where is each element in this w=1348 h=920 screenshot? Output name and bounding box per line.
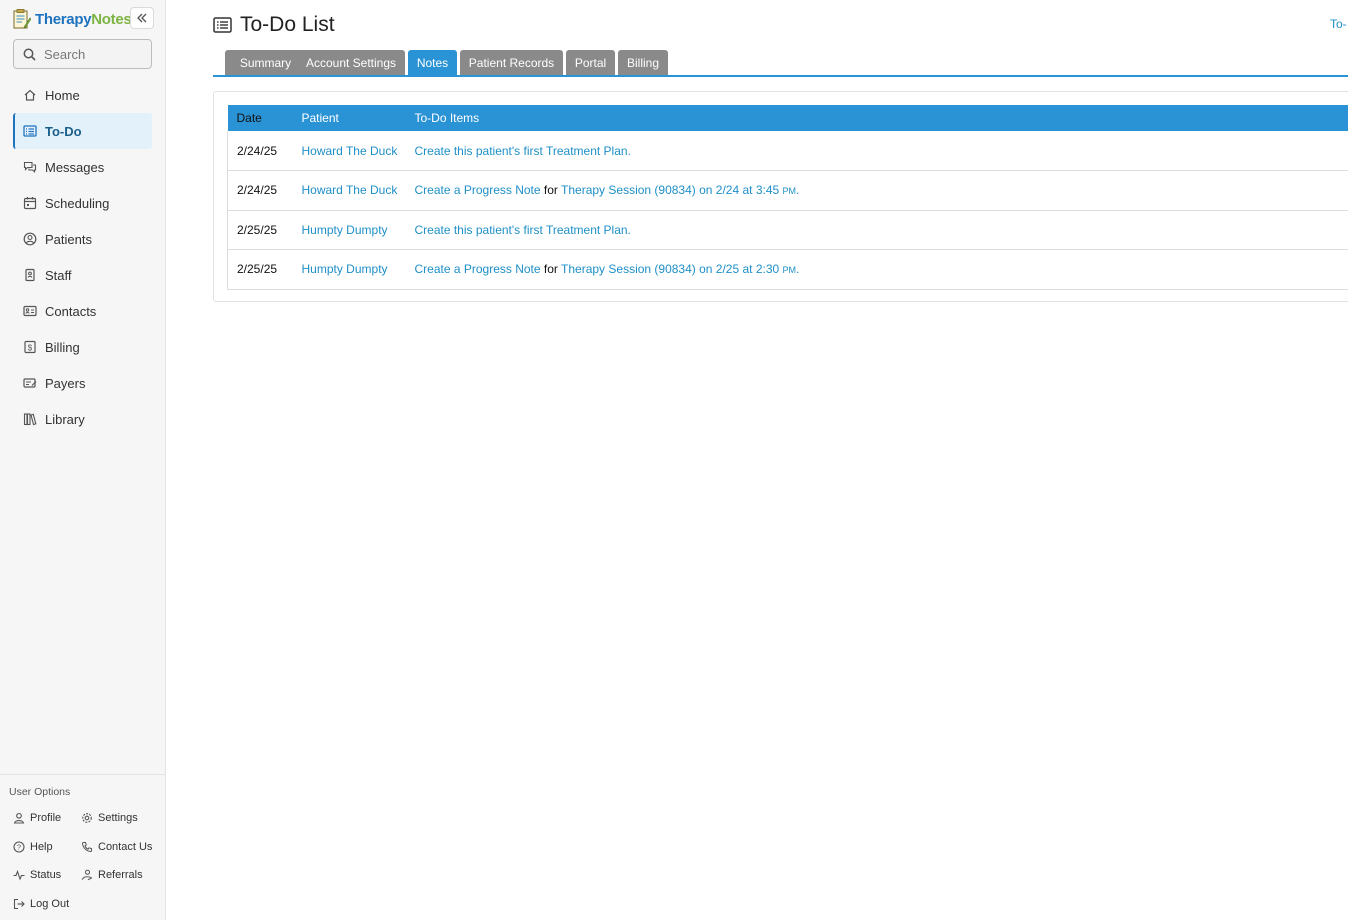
column-header-todo-items[interactable]: To-Do Items — [414, 105, 1348, 131]
tab-bar: Summary Account Settings Notes Patient R… — [213, 50, 1348, 77]
tab-summary[interactable]: Summary — [225, 50, 306, 75]
tab-notes[interactable]: Notes — [408, 50, 457, 75]
main-content: To-Do List To- Summary Account Settings … — [213, 0, 1348, 920]
row-date: 2/25/25 — [227, 249, 302, 290]
table-row: 2/24/25 Howard The Duck Create a Progres… — [227, 170, 1348, 211]
search-box[interactable] — [13, 39, 152, 69]
svg-text:?: ? — [17, 842, 21, 851]
nav-item-label: Messages — [45, 159, 105, 175]
nav-item-messages[interactable]: Messages — [13, 149, 152, 185]
tab-billing[interactable]: Billing — [618, 50, 668, 75]
patient-link[interactable]: Howard The Duck — [302, 144, 398, 158]
nav-item-label: Home — [45, 87, 80, 103]
todo-list-icon — [23, 124, 37, 138]
nav-item-scheduling[interactable]: Scheduling — [13, 185, 152, 221]
svg-text:$: $ — [28, 343, 33, 352]
search-icon — [23, 48, 36, 61]
todo-item-connector: for — [540, 183, 562, 198]
nav-item-label: Library — [45, 411, 85, 427]
tab-portal[interactable]: Portal — [566, 50, 615, 75]
nav-item-label: Contacts — [45, 303, 97, 319]
search-input[interactable] — [44, 46, 144, 62]
double-chevron-left-icon — [137, 13, 147, 23]
column-header-date[interactable]: Date — [227, 105, 302, 131]
contact-us-link[interactable]: Contact Us — [81, 833, 161, 862]
nav-item-billing[interactable]: $ Billing — [13, 329, 152, 365]
user-options-title: User Options — [9, 786, 71, 798]
nav-item-label: Payers — [45, 375, 86, 391]
contact-card-icon — [23, 304, 37, 318]
nav-item-label: Billing — [45, 339, 80, 355]
table-row: 2/25/25 Humpty Dumpty Create this patien… — [227, 210, 1348, 250]
nav-item-patients[interactable]: Patients — [13, 221, 152, 257]
todo-list-icon — [213, 17, 233, 33]
todo-item-connector: for — [540, 262, 562, 277]
ampm-label: pm — [782, 186, 797, 197]
staff-badge-icon — [23, 268, 37, 282]
collapse-sidebar-button[interactable] — [130, 7, 154, 29]
patient-link[interactable]: Humpty Dumpty — [302, 223, 388, 237]
log-out-link[interactable]: Log Out — [13, 890, 81, 919]
user-options: User Options Profile Settings ? Help Con… — [0, 774, 165, 918]
appointment-link[interactable]: Therapy Session (90834) on 2/24 at 3:45 … — [561, 183, 799, 197]
patient-icon — [23, 232, 37, 246]
nav-item-label: Staff — [45, 267, 72, 283]
appointment-link[interactable]: Therapy Session (90834) on 2/25 at 2:30 … — [561, 262, 799, 276]
messages-icon — [23, 160, 37, 174]
user-icon — [13, 812, 25, 824]
gear-icon — [81, 812, 93, 824]
sidebar: TherapyNotes® Home To-Do Messages Schedu… — [0, 0, 166, 920]
therapynotes-logo-icon — [13, 9, 32, 29]
page-title: To-Do List — [240, 13, 335, 36]
status-link[interactable]: Status — [13, 861, 81, 890]
payers-card-icon — [23, 376, 37, 390]
tab-account-settings[interactable]: Account Settings — [297, 50, 405, 75]
row-date: 2/25/25 — [227, 210, 302, 250]
patient-link[interactable]: Howard The Duck — [302, 183, 398, 197]
nav-item-contacts[interactable]: Contacts — [13, 293, 152, 329]
table-row: 2/25/25 Humpty Dumpty Create a Progress … — [227, 249, 1348, 290]
dollar-icon: $ — [23, 340, 37, 354]
pulse-icon — [13, 869, 25, 881]
nav-item-library[interactable]: Library — [13, 401, 152, 437]
brand-part2: Notes — [91, 10, 132, 28]
tab-patient-records[interactable]: Patient Records — [460, 50, 563, 75]
nav-item-label: Scheduling — [45, 195, 110, 211]
todo-item-link[interactable]: Create this patient's first Treatment Pl… — [415, 144, 631, 158]
nav-item-label: Patients — [45, 231, 92, 247]
main-nav: Home To-Do Messages Scheduling Patients … — [13, 77, 152, 437]
todo-item-link[interactable]: Create this patient's first Treatment Pl… — [415, 223, 631, 237]
todo-settings-link[interactable]: To- — [1330, 17, 1347, 31]
todo-item-link[interactable]: Create a Progress Note — [415, 262, 541, 276]
table-row: 2/24/25 Howard The Duck Create this pati… — [227, 131, 1348, 171]
nav-item-home[interactable]: Home — [13, 77, 152, 113]
brand-part1: Therapy — [35, 10, 92, 28]
library-books-icon — [23, 412, 37, 426]
todo-table: Date Patient To-Do Items 2/24/25 Howard … — [227, 105, 1348, 290]
table-header-row: Date Patient To-Do Items — [227, 105, 1348, 131]
profile-link[interactable]: Profile — [13, 804, 81, 833]
patient-link[interactable]: Humpty Dumpty — [302, 262, 388, 276]
nav-item-payers[interactable]: Payers — [13, 365, 152, 401]
referral-icon — [81, 869, 93, 881]
settings-link[interactable]: Settings — [81, 804, 161, 833]
ampm-label: pm — [782, 265, 797, 276]
help-circle-icon: ? — [13, 841, 25, 853]
calendar-icon — [23, 196, 37, 210]
todo-item-link[interactable]: Create a Progress Note — [415, 183, 541, 197]
referrals-link[interactable]: Referrals — [81, 861, 161, 890]
row-date: 2/24/25 — [227, 170, 302, 211]
logout-icon — [13, 898, 25, 910]
nav-item-todo[interactable]: To-Do — [13, 113, 152, 149]
nav-item-staff[interactable]: Staff — [13, 257, 152, 293]
row-date: 2/24/25 — [227, 131, 302, 171]
todo-panel: Date Patient To-Do Items 2/24/25 Howard … — [213, 91, 1348, 302]
column-header-patient[interactable]: Patient — [301, 105, 415, 131]
page-header: To-Do List — [213, 13, 335, 37]
nav-item-label: To-Do — [45, 123, 82, 139]
home-icon — [23, 88, 37, 102]
phone-icon — [81, 841, 93, 853]
help-link[interactable]: ? Help — [13, 833, 81, 862]
